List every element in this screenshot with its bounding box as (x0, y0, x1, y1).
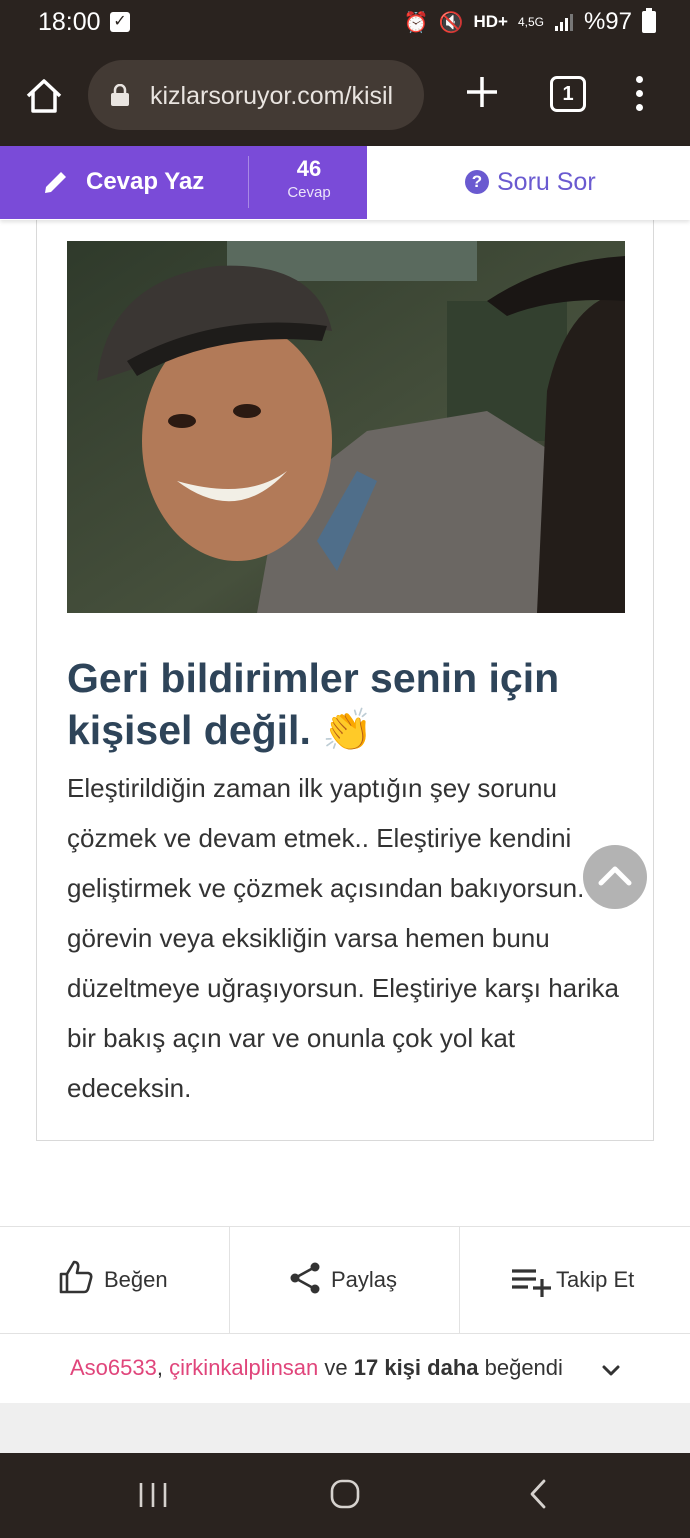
thumbs-up-icon (59, 1260, 93, 1294)
network-type: 4,5G (517, 15, 544, 29)
card-title: Geri bildirimler senin için kişisel deği… (67, 655, 560, 753)
ask-question-label: Soru Sor (497, 168, 596, 196)
liker-link-2[interactable]: çirkinkalplinsan (169, 1355, 318, 1380)
lock-icon (111, 84, 129, 106)
answer-count: 46 (296, 156, 322, 181)
like-button[interactable]: Beğen (0, 1227, 230, 1333)
share-label: Paylaş (331, 1267, 398, 1292)
home-nav-icon[interactable] (330, 1479, 360, 1509)
answer-count-label: Cevap (287, 184, 331, 201)
browser-toolbar: kizlarsoruyor.com/kisil 1 (0, 46, 690, 146)
battery-icon (642, 8, 656, 33)
chevron-up-icon (598, 866, 632, 886)
mute-icon: 🔇 (438, 11, 464, 34)
pencil-icon (45, 172, 66, 193)
likes-summary[interactable]: Aso6533, çirkinkalplinsan ve 17 kişi dah… (0, 1335, 690, 1403)
article-image (67, 241, 625, 613)
new-tab-icon[interactable] (464, 74, 500, 110)
home-icon[interactable] (24, 76, 64, 116)
signal-icon (554, 14, 573, 31)
liker-link-1[interactable]: Aso6533 (70, 1355, 157, 1380)
likes-text: Aso6533, çirkinkalplinsan ve 17 kişi dah… (70, 1355, 563, 1381)
back-nav-icon[interactable] (528, 1479, 548, 1509)
url-bar[interactable]: kizlarsoruyor.com/kisil (88, 60, 424, 130)
battery-percent: %97 (583, 8, 632, 35)
write-answer-label: Cevap Yaz (86, 168, 205, 195)
status-bar: 18:00 ✓ ⏰ 🔇 HD+ 4,5G %97 (0, 0, 690, 46)
likes-separator: , (156, 1355, 170, 1380)
tab-switcher-button[interactable]: 1 (550, 76, 586, 112)
follow-label: Takip Et (556, 1267, 635, 1292)
playlist-add-icon (512, 1269, 551, 1297)
divider (248, 156, 249, 208)
card-body: Eleştirildiğin zaman ilk yaptığın şey so… (67, 773, 624, 1103)
hd-voice-icon: HD+ (473, 12, 508, 31)
write-answer-button[interactable]: Cevap Yaz 46 Cevap (0, 146, 367, 219)
status-time: 18:00 (38, 8, 101, 36)
likes-suffix: beğendi (478, 1355, 563, 1380)
system-nav-bar (0, 1453, 690, 1538)
chevron-down-icon[interactable] (600, 1359, 622, 1381)
share-button[interactable]: Paylaş (230, 1227, 460, 1333)
like-label: Beğen (104, 1267, 168, 1292)
url-text: kizlarsoruyor.com/kisil (150, 82, 394, 110)
question-action-bar: Cevap Yaz 46 Cevap ? Soru Sor (0, 146, 690, 220)
question-icon: ? (465, 170, 489, 194)
share-icon (290, 1262, 320, 1294)
more-menu-icon[interactable] (630, 76, 648, 116)
likes-others: 17 kişi daha (353, 1355, 479, 1380)
recent-apps-icon[interactable] (138, 1481, 168, 1509)
ask-question-button[interactable]: ? Soru Sor (367, 146, 690, 219)
post-actions: Beğen Paylaş Takip Et (0, 1226, 690, 1334)
likes-and: ve (318, 1355, 354, 1380)
notification-check-icon: ✓ (110, 12, 130, 32)
scroll-to-top-button[interactable] (583, 845, 647, 909)
follow-button[interactable]: Takip Et (460, 1227, 690, 1333)
alarm-icon: ⏰ (403, 11, 429, 34)
content-card: Geri bildirimler senin için kişisel deği… (36, 210, 654, 1141)
status-icons: ⏰ 🔇 HD+ 4,5G %97 (404, 8, 656, 36)
section-divider (0, 1403, 690, 1453)
